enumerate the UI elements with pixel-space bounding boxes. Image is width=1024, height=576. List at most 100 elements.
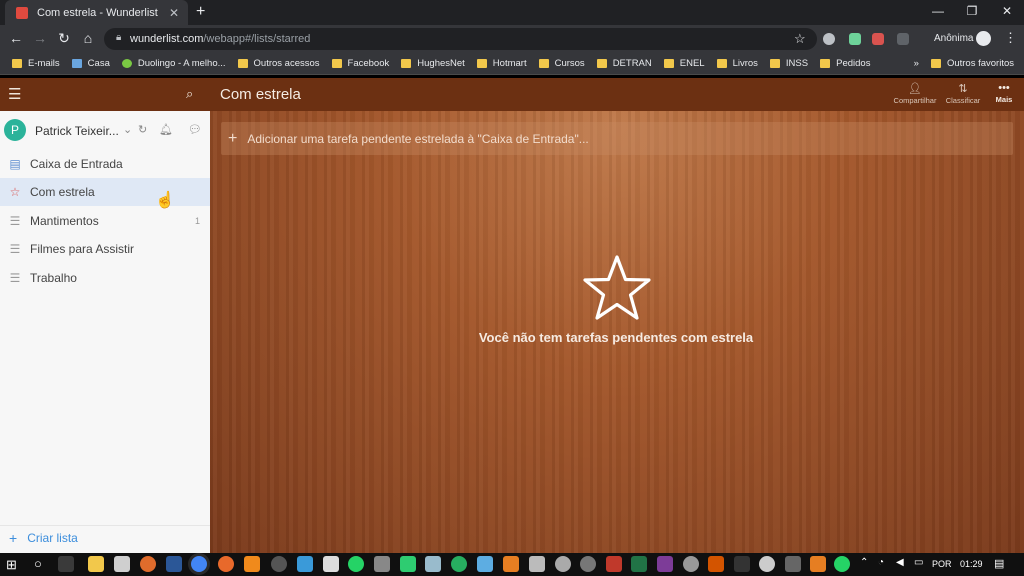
search-icon[interactable]: ⌕ [186, 86, 193, 102]
sidebar-item-inbox[interactable]: ▤ Caixa de Entrada [0, 150, 210, 178]
word-icon[interactable] [166, 556, 182, 572]
bookmark-item[interactable]: Pedidos [820, 58, 870, 69]
mail-icon[interactable] [114, 556, 130, 572]
add-task-input[interactable]: + Adicionar uma tarefa pendente estrelad… [221, 122, 1013, 155]
taskbar-search-icon[interactable]: ○ [34, 556, 42, 571]
more-button[interactable]: ••• Mais [982, 82, 1024, 104]
bookmark-item[interactable]: INSS [769, 58, 808, 69]
extension-icon[interactable] [849, 33, 861, 45]
profile-label[interactable]: Anônima [934, 33, 973, 44]
incognito-icon[interactable] [976, 31, 991, 46]
close-window-icon[interactable]: ✕ [997, 4, 1017, 18]
close-tab-icon[interactable]: ✕ [169, 6, 179, 20]
windows-start-icon[interactable]: ⊞ [6, 557, 17, 573]
bookmark-item[interactable]: E-mails [12, 58, 60, 69]
share-button[interactable]: 👤︎ Compartilhar [893, 82, 937, 105]
bookmark-item[interactable]: ENEL [663, 58, 705, 69]
app-icon[interactable] [657, 556, 673, 572]
bell-icon[interactable]: 🔔︎ [159, 123, 173, 136]
browser-tab[interactable]: Com estrela - Wunderlist ✕ [5, 0, 188, 25]
app-icon[interactable] [477, 556, 493, 572]
app-icon[interactable] [785, 556, 801, 572]
bookmarks-bar: E-mails Casa Duolingo - A melho... Outro… [0, 52, 1024, 75]
bookmarks-overflow[interactable]: » [914, 58, 919, 69]
app-icon[interactable] [734, 556, 750, 572]
folder-icon [12, 58, 22, 68]
folder-icon [331, 58, 342, 68]
app-icon[interactable] [140, 556, 156, 572]
reload-icon[interactable]: ↻ [55, 30, 73, 47]
bookmark-star-icon[interactable]: ☆ [794, 31, 806, 47]
menu-icon[interactable]: ☰ [8, 85, 21, 103]
bookmark-item[interactable]: Outros acessos [237, 58, 320, 69]
url-text[interactable]: wunderlist.com/webapp#/lists/starred [130, 33, 310, 45]
bookmark-item[interactable]: Cursos [538, 58, 585, 69]
lock-icon[interactable]: 🔒︎ [116, 32, 121, 43]
chevron-down-icon[interactable]: ⌄ [123, 123, 132, 136]
chrome-icon[interactable] [191, 556, 207, 572]
sidebar-item-groceries[interactable]: ☰ Mantimentos 1 [0, 207, 210, 235]
whatsapp-icon[interactable] [834, 556, 850, 572]
minimize-icon[interactable]: — [928, 4, 948, 18]
app-icon[interactable] [297, 556, 313, 572]
new-tab-button[interactable]: + [196, 3, 205, 21]
firefox-icon[interactable] [218, 556, 234, 572]
clock[interactable]: 01:29 [960, 559, 983, 569]
app-icon[interactable] [425, 556, 441, 572]
app-icon[interactable] [400, 556, 416, 572]
create-list-button[interactable]: + Criar lista [0, 525, 210, 550]
language-indicator[interactable]: POR [932, 559, 952, 569]
excel-icon[interactable] [631, 556, 647, 572]
browser-menu-icon[interactable]: ⋮ [1004, 30, 1017, 46]
tray-chevron-icon[interactable]: ⌃ [860, 557, 868, 568]
empty-star-icon [583, 255, 651, 320]
app-icon[interactable] [606, 556, 622, 572]
restore-icon[interactable]: ❐ [962, 4, 982, 18]
app-icon[interactable] [580, 556, 596, 572]
app-icon[interactable] [271, 556, 287, 572]
app-icon[interactable] [374, 556, 390, 572]
other-bookmarks[interactable]: Outros favoritos [930, 58, 1014, 69]
app-icon[interactable] [503, 556, 519, 572]
app-icon[interactable] [323, 556, 339, 572]
list-icon: ☰ [9, 271, 21, 285]
bookmark-item[interactable]: DETRAN [596, 58, 652, 69]
whatsapp-icon[interactable] [348, 556, 364, 572]
chat-icon[interactable]: 💬︎ [188, 123, 202, 136]
sidebar-item-work[interactable]: ☰ Trabalho [0, 264, 210, 292]
notifications-icon[interactable]: ▤ [994, 557, 1004, 570]
bookmark-item[interactable]: HughesNet [401, 58, 465, 69]
sidebar-item-movies[interactable]: ☰ Filmes para Assistir [0, 235, 210, 263]
extension-icon[interactable] [823, 33, 835, 45]
bookmark-item[interactable]: Hotmart [476, 58, 527, 69]
folder-icon [820, 58, 831, 68]
sidebar-item-starred[interactable]: ☆ Com estrela [0, 178, 210, 206]
task-view-icon[interactable] [58, 556, 74, 572]
folder-icon [538, 58, 549, 68]
app-icon[interactable] [810, 556, 826, 572]
calculator-icon[interactable] [529, 556, 545, 572]
back-icon[interactable]: ← [7, 30, 25, 46]
bookmark-item[interactable]: Casa [71, 58, 110, 69]
forward-icon[interactable]: → [31, 30, 49, 46]
app-icon[interactable] [708, 556, 724, 572]
app-icon[interactable] [759, 556, 775, 572]
avatar[interactable]: P [4, 119, 26, 141]
vlc-icon[interactable] [244, 556, 260, 572]
home-icon[interactable]: ⌂ [79, 30, 97, 46]
app-icon[interactable] [683, 556, 699, 572]
sync-icon[interactable]: ↻ [138, 123, 147, 136]
app-icon[interactable] [451, 556, 467, 572]
sort-button[interactable]: ⇅ Classificar [941, 82, 985, 105]
download-extension-icon[interactable] [897, 33, 909, 45]
file-explorer-icon[interactable] [88, 556, 104, 572]
bookmark-item[interactable]: Facebook [331, 58, 389, 69]
bookmark-item[interactable]: Livros [716, 58, 758, 69]
bookmark-item[interactable]: Duolingo - A melho... [121, 58, 226, 69]
app-icon[interactable] [555, 556, 571, 572]
volume-icon[interactable]: ◀ [896, 557, 904, 568]
battery-icon[interactable]: ▭ [914, 557, 923, 568]
wifi-icon[interactable]: ◔ [878, 557, 884, 568]
user-name[interactable]: Patrick Teixeir... [35, 124, 119, 138]
extension-icon[interactable] [872, 33, 884, 45]
